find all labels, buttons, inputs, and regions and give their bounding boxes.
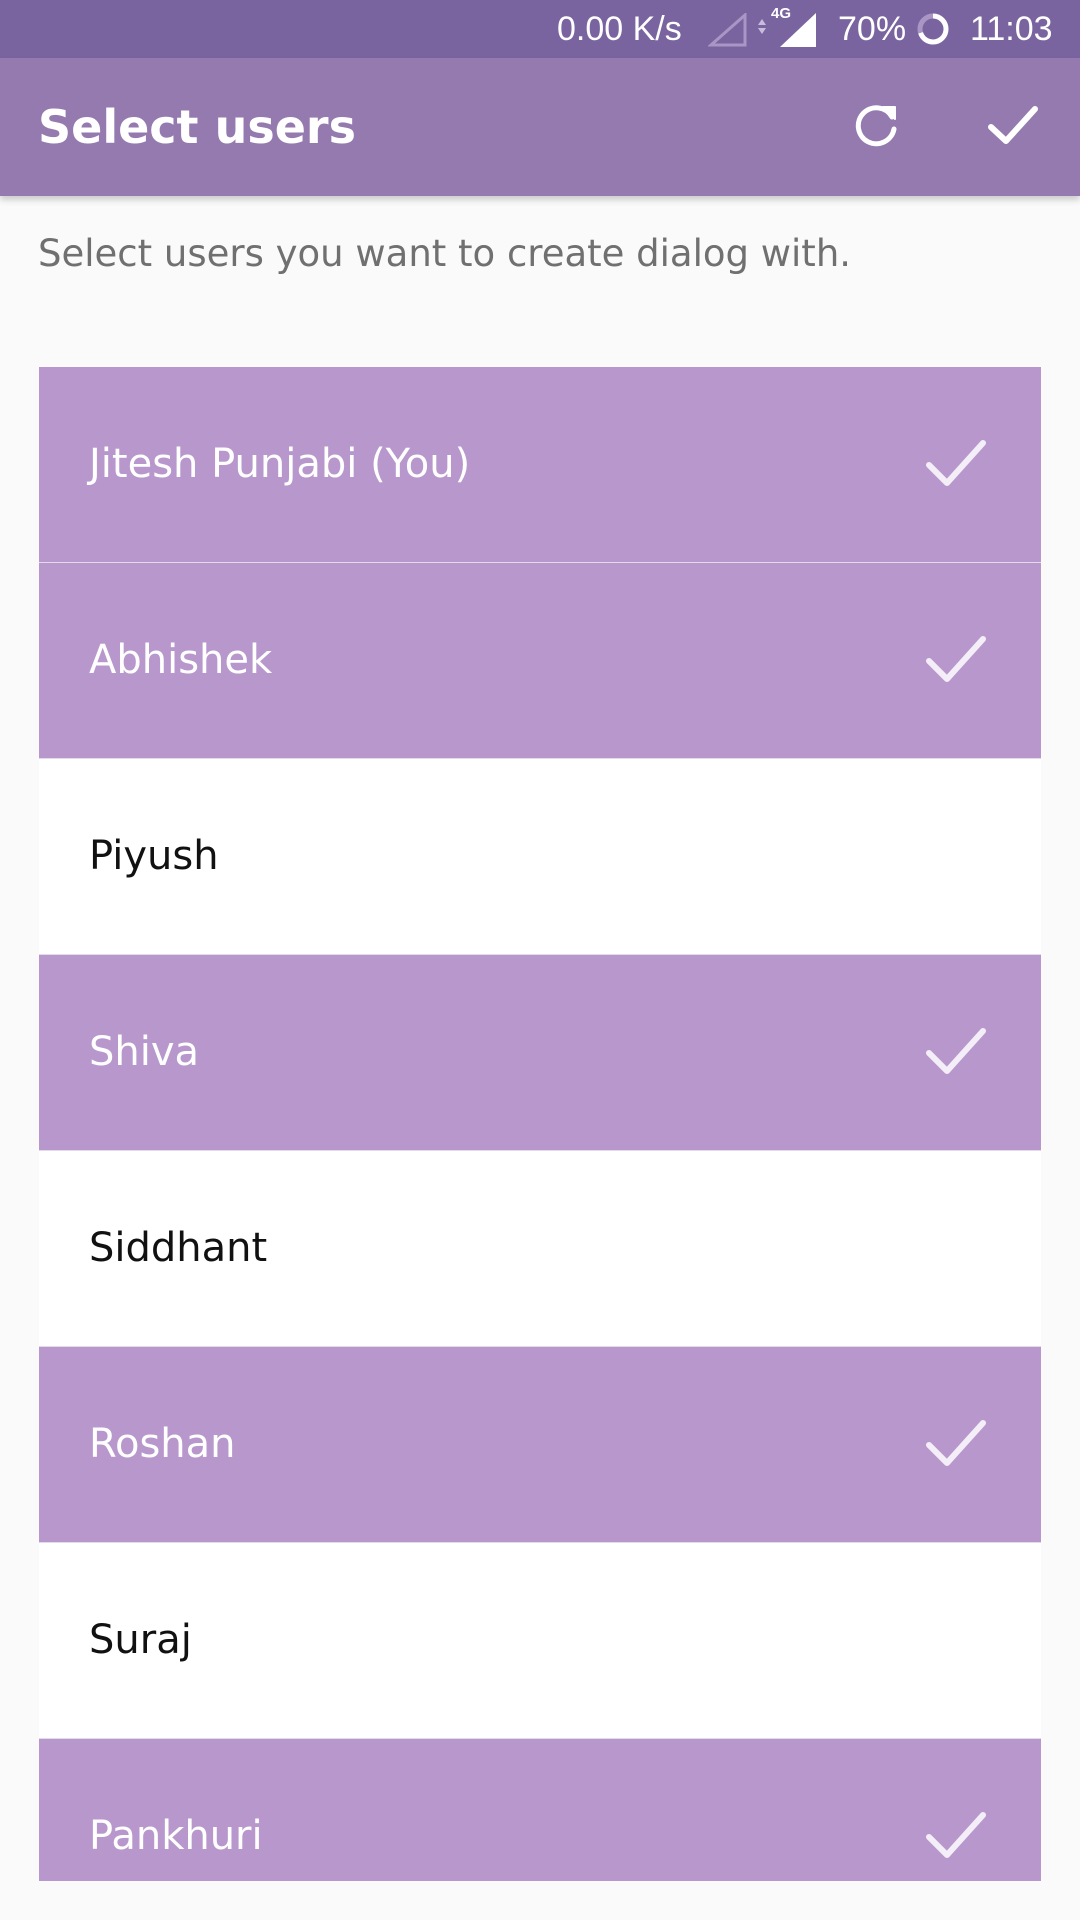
user-list-item[interactable]: Siddhant: [39, 1151, 1041, 1347]
user-name: Abhishek: [89, 637, 273, 683]
status-bar: 0.00 K/s 4G 70% 11:03: [0, 0, 1080, 58]
app-bar: Select users: [0, 58, 1080, 196]
user-list: Jitesh Punjabi (You) Abhishek Piyush Shiva S…: [39, 367, 1041, 1881]
no-signal-icon: [707, 11, 748, 47]
page-title: Select users: [38, 100, 356, 154]
data-arrows-icon: [756, 10, 768, 40]
user-list-item[interactable]: Piyush: [39, 759, 1041, 955]
user-list-item[interactable]: Jitesh Punjabi (You): [39, 367, 1041, 563]
user-name: Shiva: [89, 1029, 200, 1075]
user-list-item[interactable]: Pankhuri: [39, 1739, 1041, 1881]
selected-check-icon: [923, 1413, 989, 1473]
refresh-icon: [849, 97, 905, 157]
user-name: Roshan: [89, 1421, 236, 1467]
network-speed: 0.00 K/s: [557, 10, 682, 48]
battery-percent: 70%: [838, 10, 907, 48]
instructions-text: Select users you want to create dialog w…: [38, 232, 852, 275]
user-name: Piyush: [89, 833, 219, 879]
confirm-button[interactable]: [978, 92, 1048, 162]
clock: 11:03: [970, 10, 1053, 48]
selected-check-icon: [923, 433, 989, 493]
user-name: Pankhuri: [89, 1813, 263, 1859]
check-icon: [985, 97, 1041, 157]
battery-ring-icon: [916, 12, 950, 46]
user-list-item[interactable]: Shiva: [39, 955, 1041, 1151]
user-list-item[interactable]: Suraj: [39, 1543, 1041, 1739]
user-name: Siddhant: [89, 1225, 268, 1271]
signal-icon: [778, 12, 818, 48]
selected-check-icon: [923, 1805, 989, 1865]
user-list-item[interactable]: Roshan: [39, 1347, 1041, 1543]
user-list-item[interactable]: Abhishek: [39, 563, 1041, 759]
selected-check-icon: [923, 1021, 989, 1081]
selected-check-icon: [923, 629, 989, 689]
user-name: Suraj: [89, 1617, 192, 1663]
refresh-button[interactable]: [842, 92, 912, 162]
user-name: Jitesh Punjabi (You): [89, 441, 471, 487]
